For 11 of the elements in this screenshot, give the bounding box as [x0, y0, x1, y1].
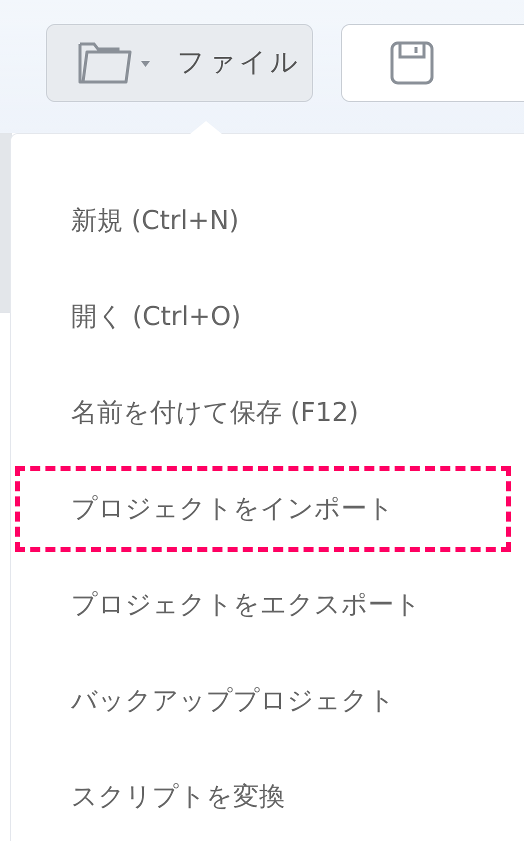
menu-item[interactable]: 新規 (Ctrl+N) [15, 178, 511, 264]
file-button[interactable]: ファイル [46, 24, 313, 102]
menu-item[interactable]: プロジェクトをインポート [15, 466, 511, 552]
save-icon [390, 41, 434, 85]
menu-item[interactable]: 名前を付けて保存 (F12) [15, 370, 511, 456]
menu-item[interactable]: 開く (Ctrl+O) [15, 274, 511, 360]
menu-item[interactable]: バックアッププロジェクト [15, 658, 511, 744]
menu-item[interactable]: プロジェクトをエクスポート [15, 562, 511, 648]
save-button[interactable] [340, 24, 524, 102]
folder-icon [77, 42, 153, 84]
menu-item[interactable]: スクリプトを変換 [15, 754, 511, 840]
